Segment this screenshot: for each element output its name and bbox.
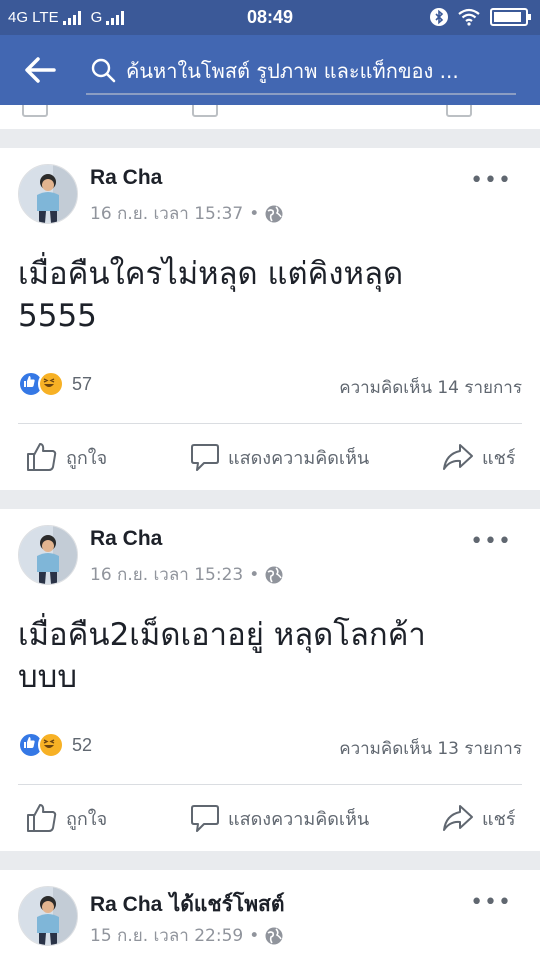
meta-separator: • [249,564,260,585]
comment-button[interactable]: แสดงความคิดเห็น [190,785,369,851]
share-arrow-icon [443,444,473,470]
post-author[interactable]: Ra Cha [90,166,162,190]
share-button[interactable]: แชร์ [442,785,516,851]
search-icon [91,58,116,83]
search-header [0,35,540,105]
like-button-label: ถูกใจ [66,447,108,469]
post-text-line: 5555 [18,298,97,334]
post-meta: 16 ก.ย. เวลา 15:37 • [90,200,283,227]
post-timestamp[interactable]: 16 ก.ย. เวลา 15:37 [90,200,243,227]
avatar[interactable] [18,525,78,585]
meta-separator: • [249,203,260,224]
search-input[interactable] [124,55,508,87]
comment-button-label: แสดงความคิดเห็น [228,808,370,830]
post-card: Ra Cha 16 ก.ย. เวลา 15:37 • ••• เมื่อคืน… [0,148,540,490]
haha-reaction-icon [38,371,64,397]
like-button-label: ถูกใจ [66,808,108,830]
previous-share-fragment [446,105,472,117]
meta-separator: • [249,925,260,946]
share-button[interactable]: แชร์ [442,424,516,490]
post-text-line: เมื่อคืนใครไม่หลุด แต่คิงหลุด [18,256,404,292]
status-bar: 4G LTE G 08:49 [0,0,540,35]
post-text: เมื่อคืนใครไม่หลุด แต่คิงหลุด 5555 [18,253,518,337]
shared-post-label: ได้แชร์โพสต์ [162,892,285,916]
author-name[interactable]: Ra Cha [90,893,162,916]
comment-button[interactable]: แสดงความคิดเห็น [190,424,369,490]
comment-count[interactable]: ความคิดเห็น 13 รายการ [339,735,522,762]
more-options-icon[interactable]: ••• [470,170,512,192]
globe-icon [265,566,283,583]
post-meta: 15 ก.ย. เวลา 22:59 • [90,922,283,949]
battery-icon [490,8,531,26]
post-actions: ถูกใจ แสดงความคิดเห็น แชร์ [0,785,540,851]
globe-icon [265,205,283,222]
like-button[interactable]: ถูกใจ [26,424,107,490]
comment-bubble-icon [191,444,219,471]
share-button-label: แชร์ [482,808,516,830]
thumbs-up-icon [27,443,57,471]
bluetooth-icon [430,8,448,26]
reaction-count: 52 [72,734,93,755]
back-arrow-icon[interactable] [22,55,58,85]
post-timestamp[interactable]: 16 ก.ย. เวลา 15:23 [90,561,243,588]
more-options-icon[interactable]: ••• [470,892,512,914]
post-timestamp[interactable]: 15 ก.ย. เวลา 22:59 [90,922,243,949]
previous-comment-fragment [192,105,218,117]
post-text-line: เมื่อคืน2เม็ดเอาอยู่ หลุดโลกค้า [18,617,426,653]
comment-bubble-icon [191,805,219,832]
post-actions: ถูกใจ แสดงความคิดเห็น แชร์ [0,424,540,490]
previous-like-fragment [22,105,48,117]
avatar[interactable] [18,886,78,946]
post-text: เมื่อคืน2เม็ดเอาอยู่ หลุดโลกค้า บบบ [18,614,518,698]
reactions-summary[interactable]: 52 [18,732,92,758]
haha-reaction-icon [38,732,64,758]
post-author[interactable]: Ra Cha [90,527,162,551]
post-card: Ra Cha ได้แชร์โพสต์ 15 ก.ย. เวลา 22:59 •… [0,870,540,960]
system-icons [430,8,531,26]
battery-level [494,12,521,22]
reaction-count: 57 [72,373,93,394]
post-card: Ra Cha 16 ก.ย. เวลา 15:23 • ••• เมื่อคืน… [0,509,540,851]
thumbs-up-icon [27,804,57,832]
more-options-icon[interactable]: ••• [470,531,512,553]
share-button-label: แชร์ [482,447,516,469]
previous-post-fragment [0,105,540,129]
reactions-summary[interactable]: 57 [18,371,92,397]
like-button[interactable]: ถูกใจ [26,785,107,851]
comment-button-label: แสดงความคิดเห็น [228,447,370,469]
post-author[interactable]: Ra Cha ได้แชร์โพสต์ [90,888,285,921]
author-name[interactable]: Ra Cha [90,527,162,550]
search-bar[interactable] [86,47,516,95]
avatar[interactable] [18,164,78,224]
comment-count[interactable]: ความคิดเห็น 14 รายการ [339,374,522,401]
globe-icon [265,927,283,944]
post-text-line: บบบ [18,659,78,695]
wifi-icon [458,8,480,26]
share-arrow-icon [443,805,473,831]
post-meta: 16 ก.ย. เวลา 15:23 • [90,561,283,588]
author-name[interactable]: Ra Cha [90,166,162,189]
